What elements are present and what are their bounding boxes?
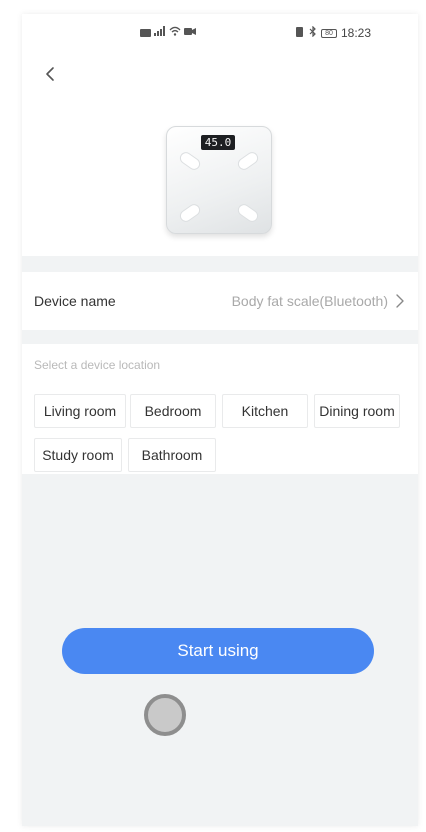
status-right: 80 18:23 [294,25,372,40]
scale-pad [177,201,203,225]
sim-icon [140,28,151,37]
header: 80 18:23 45.0 [22,14,418,256]
location-option-living-room[interactable]: Living room [34,394,126,428]
location-option-bathroom[interactable]: Bathroom [128,438,216,472]
status-time: 18:23 [341,26,372,40]
status-bar: 80 18:23 [22,25,418,46]
location-option-kitchen[interactable]: Kitchen [222,394,308,428]
location-option-dining-room[interactable]: Dining room [314,394,400,428]
bluetooth-icon [309,25,317,40]
start-using-button[interactable]: Start using [62,628,374,674]
back-button[interactable] [36,60,64,88]
camera-icon [184,27,196,39]
location-option-study-room[interactable]: Study room [34,438,122,472]
scale-pad [235,201,261,225]
scale-pad [177,149,203,173]
device-name-row[interactable]: Device name Body fat scale(Bluetooth) [22,272,418,330]
phone-screen: 80 18:23 45.0 Device name Body fat scale… [22,14,418,826]
vibrate-icon [294,26,305,40]
touch-indicator [144,694,186,736]
chevron-left-icon [46,67,54,81]
battery-icon: 80 [321,28,337,38]
device-name-label: Device name [34,293,116,309]
scale-pad [235,149,261,173]
location-title: Select a device location [34,358,161,372]
scale-display: 45.0 [201,135,235,150]
chevron-right-icon [396,294,404,308]
device-name-value: Body fat scale(Bluetooth) [231,293,388,309]
status-left [140,26,196,39]
signal-icon [154,26,166,39]
location-section: Select a device location Living room Bed… [22,344,418,474]
wifi-icon [169,26,181,39]
location-option-bedroom[interactable]: Bedroom [130,394,216,428]
scale-image: 45.0 [166,126,272,234]
